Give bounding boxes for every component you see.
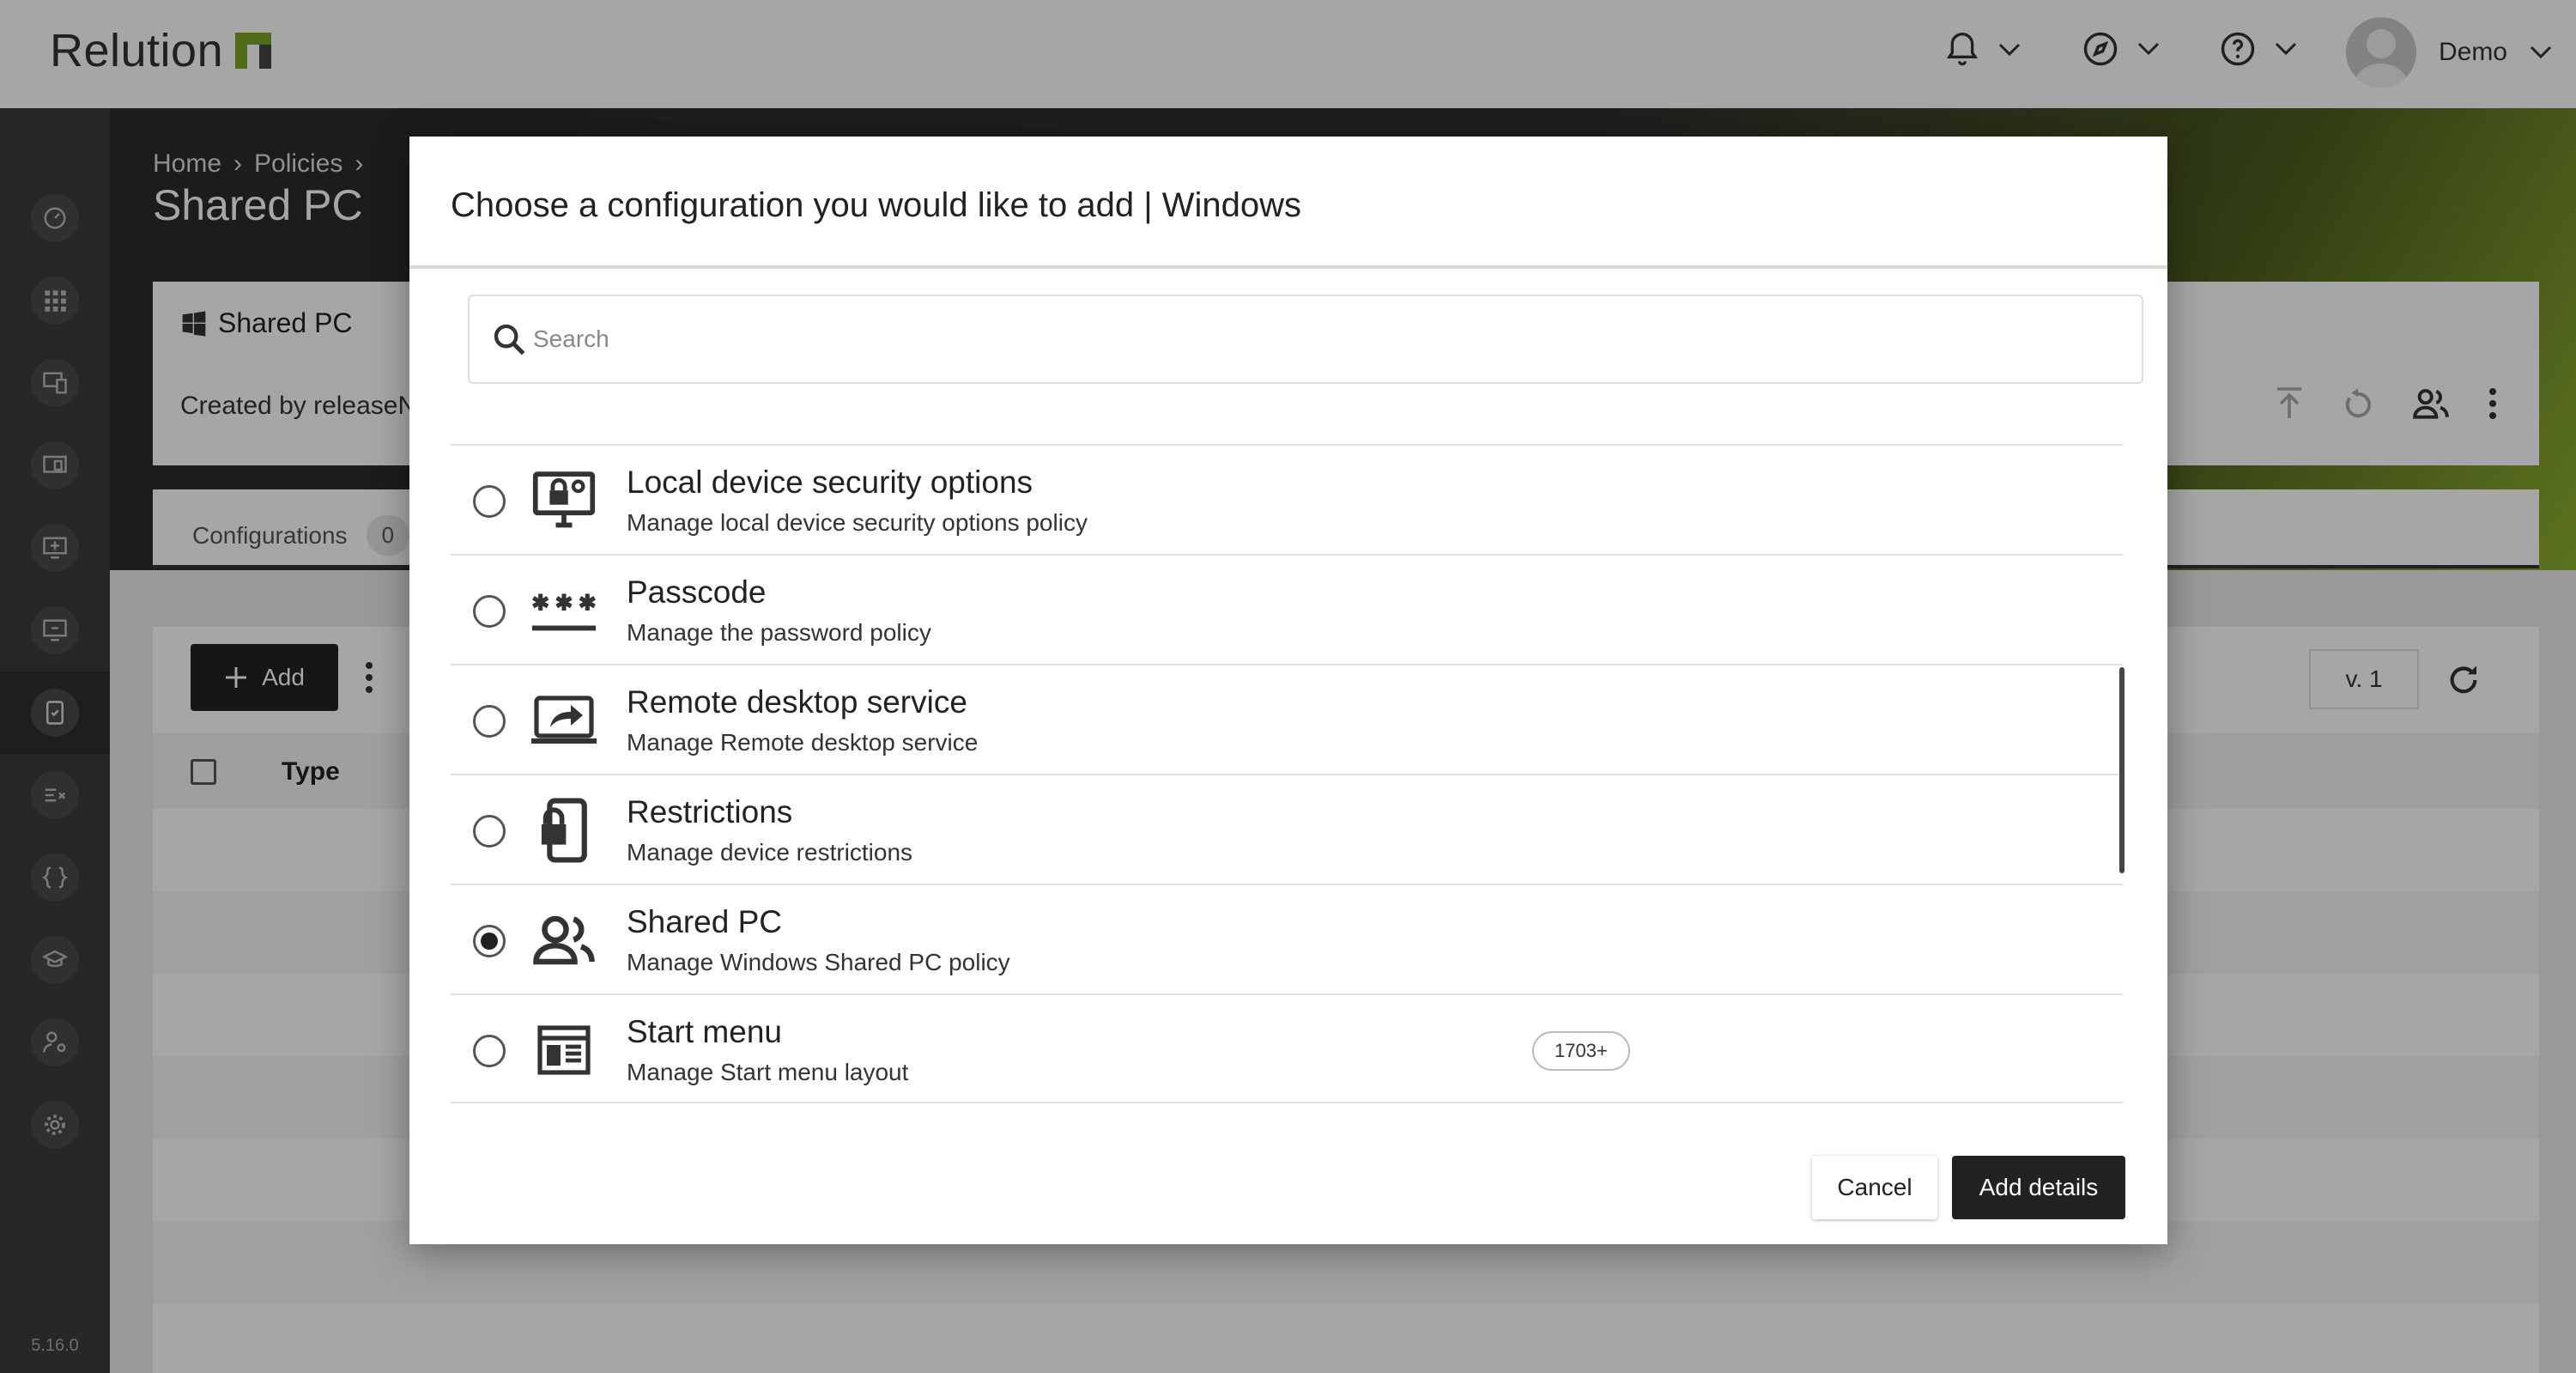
cancel-button[interactable]: Cancel	[1812, 1156, 1937, 1219]
option-remote-desktop[interactable]: Remote desktop service Manage Remote des…	[451, 664, 2123, 774]
option-passcode[interactable]: Passcode Manage the password policy	[451, 554, 2123, 664]
search-icon	[494, 324, 525, 355]
list-scrollbar[interactable]	[2119, 667, 2124, 873]
add-details-button[interactable]: Add details	[1952, 1156, 2125, 1219]
option-local-device-security[interactable]: Local device security options Manage loc…	[451, 444, 2123, 554]
search-field[interactable]	[468, 295, 2143, 384]
radio-button[interactable]	[473, 815, 506, 847]
start-menu-icon	[530, 1016, 598, 1084]
option-description: Manage Remote desktop service	[627, 729, 979, 756]
version-badge: 1703+	[1532, 1031, 1630, 1071]
people-icon	[530, 906, 598, 975]
passcode-icon	[530, 576, 598, 645]
option-description: Manage Start menu layout	[627, 1059, 909, 1085]
radio-button[interactable]	[473, 595, 506, 628]
radio-button[interactable]	[473, 485, 506, 518]
divider	[409, 265, 2167, 269]
remote-desktop-icon	[530, 686, 598, 755]
search-input[interactable]	[533, 325, 2078, 353]
device-lock-icon	[530, 796, 598, 865]
option-description: Manage Windows Shared PC policy	[627, 949, 1010, 975]
option-description: Manage device restrictions	[627, 839, 913, 866]
option-restrictions[interactable]: Restrictions Manage device restrictions	[451, 774, 2123, 884]
option-description: Manage local device security options pol…	[627, 509, 1088, 536]
option-title: Start menu	[627, 1014, 782, 1049]
dialog-title: Choose a configuration you would like to…	[451, 186, 1301, 224]
configuration-options: Local device security options Manage loc…	[451, 444, 2123, 1103]
option-start-menu[interactable]: Start menu Manage Start menu layout 1703…	[451, 993, 2123, 1103]
radio-button[interactable]	[473, 705, 506, 738]
option-title: Remote desktop service	[627, 684, 967, 720]
option-title: Restrictions	[627, 794, 793, 829]
add-configuration-dialog: Choose a configuration you would like to…	[409, 137, 2167, 1244]
radio-button[interactable]	[473, 1035, 506, 1067]
monitor-lock-icon	[530, 466, 598, 535]
option-title: Shared PC	[627, 904, 782, 939]
option-title: Passcode	[627, 574, 767, 610]
radio-button-selected[interactable]	[473, 925, 506, 957]
option-shared-pc[interactable]: Shared PC Manage Windows Shared PC polic…	[451, 884, 2123, 993]
option-title: Local device security options	[627, 465, 1033, 500]
option-description: Manage the password policy	[627, 619, 931, 646]
